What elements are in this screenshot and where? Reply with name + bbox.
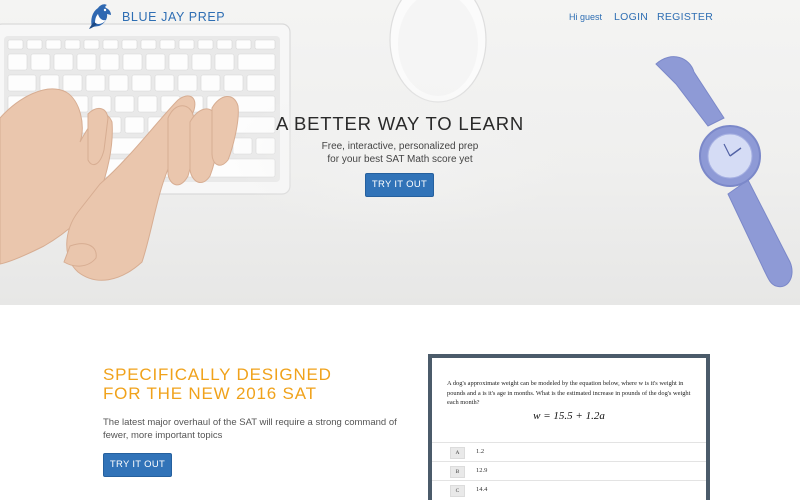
answer-choice-a[interactable]: A 1.2: [432, 442, 706, 461]
login-link[interactable]: LOGIN: [614, 11, 648, 23]
blue-jay-bird-icon[interactable]: [86, 2, 114, 30]
choice-value: 12.9: [476, 467, 488, 474]
choice-letter-badge: C: [450, 485, 465, 497]
feature-heading-line-1: SPECIFICALLY DESIGNED: [103, 365, 332, 384]
watch-illustration: [655, 56, 793, 288]
answer-choice-b[interactable]: B 12.9: [432, 461, 706, 480]
question-equation: w = 15.5 + 1.2a: [533, 410, 605, 422]
answer-choices: A 1.2 B 12.9 C 14.4: [432, 442, 706, 499]
register-link[interactable]: REGISTER: [657, 11, 713, 23]
brand-link[interactable]: BLUE JAY PREP: [122, 10, 225, 24]
hero-subtitle: Free, interactive, personalized prep for…: [0, 140, 800, 166]
answer-choice-c[interactable]: C 14.4: [432, 480, 706, 499]
top-navbar: BLUE JAY PREP Hi guest LOGIN REGISTER: [0, 0, 800, 36]
hero-subtitle-line-2: for your best SAT Math score yet: [327, 154, 473, 165]
choice-letter-badge: B: [450, 466, 465, 478]
feature-heading: SPECIFICALLY DESIGNED FOR THE NEW 2016 S…: [103, 365, 332, 403]
hero-title: A BETTER WAY TO LEARN: [275, 113, 525, 134]
feature-heading-line-2: FOR THE NEW 2016 SAT: [103, 384, 317, 403]
greeting-text: Hi guest: [569, 12, 603, 22]
hero-subtitle-line-1: Free, interactive, personalized prep: [321, 141, 479, 152]
sample-question-card: A dog's approximate weight can be modele…: [428, 354, 710, 500]
hero-try-it-out-button[interactable]: TRY IT OUT: [365, 173, 434, 197]
feature-description: The latest major overhaul of the SAT wil…: [103, 417, 397, 441]
choice-value: 1.2: [476, 448, 485, 455]
hero-section: BLUE JAY PREP Hi guest LOGIN REGISTER A …: [0, 0, 800, 305]
question-text: A dog's approximate weight can be modele…: [447, 380, 691, 406]
feature-try-it-out-button[interactable]: TRY IT OUT: [103, 453, 172, 477]
choice-value: 14.4: [476, 486, 488, 493]
choice-letter-badge: A: [450, 447, 465, 459]
